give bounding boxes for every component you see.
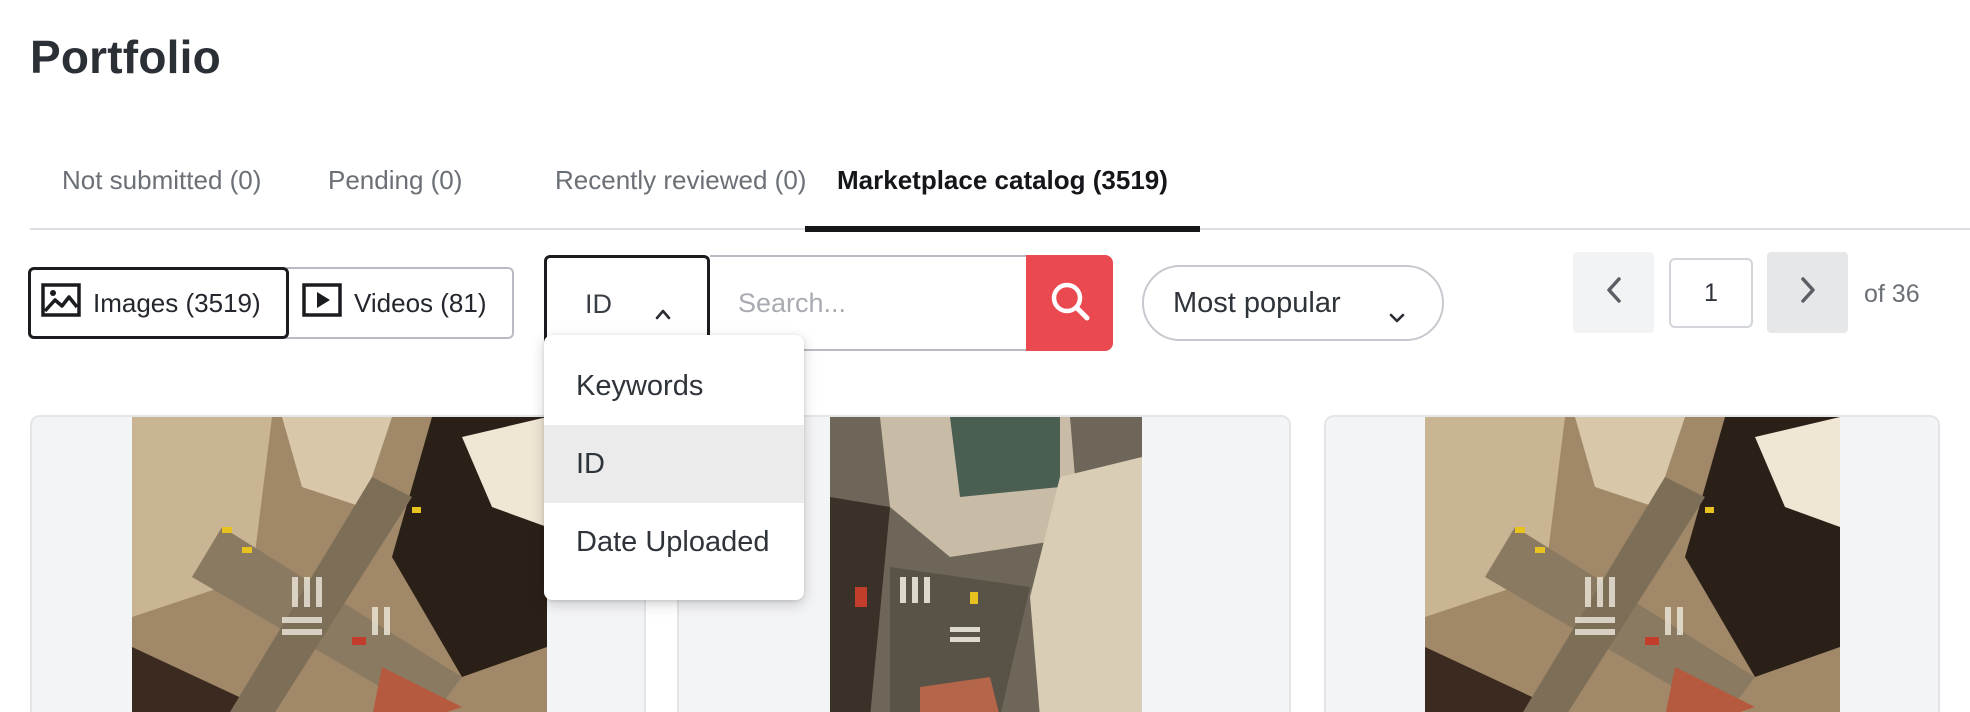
thumbnail-image [1425, 417, 1840, 712]
media-card[interactable] [1324, 415, 1940, 712]
dropdown-option-keywords[interactable]: Keywords [544, 347, 804, 425]
thumbnail-image [132, 417, 547, 712]
search-field-value: ID [585, 289, 612, 319]
tab-not-submitted[interactable]: Not submitted (0) [30, 162, 293, 226]
tab-pending[interactable]: Pending (0) [296, 162, 494, 226]
search-icon [1048, 279, 1092, 328]
images-filter-label: Images (3519) [93, 287, 261, 318]
page-title: Portfolio [30, 31, 221, 83]
tab-marketplace-catalog[interactable]: Marketplace catalog (3519) [805, 162, 1200, 232]
chevron-right-icon [1799, 276, 1817, 309]
next-page-button[interactable] [1767, 252, 1848, 333]
chevron-up-icon [655, 296, 671, 327]
chevron-down-icon [1389, 299, 1405, 332]
videos-filter-label: Videos (81) [354, 287, 487, 318]
page-number-input[interactable] [1669, 258, 1753, 328]
tab-bar: Not submitted (0) Pending (0) Recently r… [30, 150, 1970, 232]
images-filter-button[interactable]: Images (3519) [28, 267, 289, 339]
video-icon [302, 282, 342, 324]
total-pages-label: of 36 [1864, 280, 1920, 308]
search-field-dropdown: Keywords ID Date Uploaded [544, 335, 804, 600]
tab-recently-reviewed[interactable]: Recently reviewed (0) [523, 162, 838, 226]
dropdown-option-date-uploaded[interactable]: Date Uploaded [544, 503, 804, 581]
videos-filter-button[interactable]: Videos (81) [286, 267, 514, 339]
prev-page-button[interactable] [1573, 252, 1654, 333]
image-icon [41, 282, 81, 324]
chevron-left-icon [1605, 276, 1623, 309]
media-type-toggle: Images (3519) Videos (81) [28, 267, 514, 339]
sort-select[interactable]: Most popular [1142, 265, 1444, 341]
dropdown-option-id[interactable]: ID [544, 425, 804, 503]
sort-label: Most popular [1173, 286, 1341, 319]
search-button[interactable] [1026, 255, 1113, 351]
thumbnail-image [830, 417, 1142, 712]
